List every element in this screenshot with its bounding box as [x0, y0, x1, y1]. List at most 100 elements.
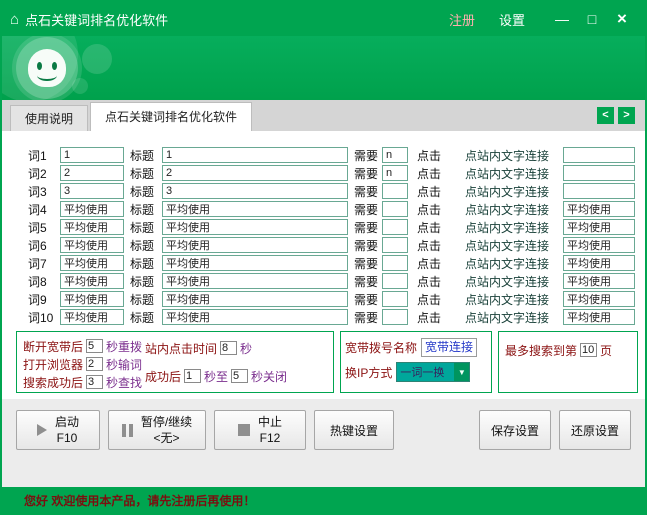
- need-count-input[interactable]: [382, 183, 408, 199]
- row-label: 词8: [28, 274, 47, 289]
- need-count-input[interactable]: [382, 165, 408, 181]
- table-row: 词9 标题 需要 点击 点站内文字连接: [2, 290, 645, 308]
- keyword-input[interactable]: [60, 219, 124, 235]
- hotkey-settings-button[interactable]: 热键设置: [314, 410, 394, 450]
- site-link-input[interactable]: [563, 309, 635, 325]
- site-link-input[interactable]: [563, 201, 635, 217]
- title-label: 标题: [130, 148, 155, 163]
- site-link-input[interactable]: [563, 183, 635, 199]
- table-row: 词1 标题 需要 点击 点站内文字连接: [2, 146, 645, 164]
- title-input[interactable]: [162, 165, 348, 181]
- search-delay-input[interactable]: [86, 375, 104, 389]
- row-label: 词9: [28, 292, 47, 307]
- pause-icon: [121, 423, 133, 437]
- need-count-input[interactable]: [382, 291, 408, 307]
- keyword-input[interactable]: [60, 183, 124, 199]
- title-input[interactable]: [162, 273, 348, 289]
- title-input[interactable]: [162, 291, 348, 307]
- pause-button-text: 暂停/继续 <无>: [141, 414, 192, 446]
- title-input[interactable]: [162, 309, 348, 325]
- keyword-table: 词1 标题 需要 点击 点站内文字连接 词2 标题 需要 点击 点站内文字连接 …: [2, 146, 645, 326]
- title-input[interactable]: [162, 183, 348, 199]
- row-label: 词5: [28, 220, 47, 235]
- close-button[interactable]: ×: [607, 9, 637, 29]
- click-label: 点击: [417, 292, 442, 307]
- save-settings-button[interactable]: 保存设置: [479, 410, 551, 450]
- close-min-seconds-input[interactable]: [184, 369, 202, 383]
- minimize-button[interactable]: —: [547, 11, 577, 27]
- max-pages-prefix: 最多搜索到第: [505, 343, 578, 358]
- need-count-input[interactable]: [382, 237, 408, 253]
- browser-delay-input[interactable]: [86, 357, 104, 371]
- site-link-label: 点站内文字连接: [465, 292, 550, 307]
- maximize-button[interactable]: □: [577, 11, 607, 27]
- keyword-input[interactable]: [60, 291, 124, 307]
- site-link-input[interactable]: [563, 255, 635, 271]
- stop-button-hotkey: F12: [259, 431, 281, 445]
- click-label: 点击: [417, 220, 442, 235]
- tab-prev-button[interactable]: <: [597, 107, 614, 124]
- need-count-input[interactable]: [382, 255, 408, 271]
- need-label: 需要: [354, 274, 379, 289]
- site-link-input[interactable]: [563, 219, 635, 235]
- site-link-input[interactable]: [563, 165, 635, 181]
- main-panel: 词1 标题 需要 点击 点站内文字连接 词2 标题 需要 点击 点站内文字连接 …: [2, 131, 645, 399]
- tab-next-button[interactable]: >: [618, 107, 635, 124]
- settings-link[interactable]: 设置: [499, 10, 525, 29]
- site-click-label: 站内点击时间: [145, 341, 218, 356]
- need-count-input[interactable]: [382, 147, 408, 163]
- site-link-input[interactable]: [563, 291, 635, 307]
- keyword-input[interactable]: [60, 309, 124, 325]
- close-max-seconds-input[interactable]: [231, 369, 249, 383]
- max-pages-row: 最多搜索到第 页: [505, 341, 631, 359]
- site-link-input[interactable]: [563, 237, 635, 253]
- keyword-input[interactable]: [60, 237, 124, 253]
- max-pages-input[interactable]: [580, 343, 598, 357]
- pause-resume-button[interactable]: 暂停/继续 <无>: [108, 410, 206, 450]
- keyword-input[interactable]: [60, 273, 124, 289]
- max-pages-suffix: 页: [600, 343, 613, 358]
- site-link-label: 点站内文字连接: [465, 184, 550, 199]
- need-count-input[interactable]: [382, 309, 408, 325]
- start-button[interactable]: 启动 F10: [16, 410, 100, 450]
- row-label: 词1: [28, 148, 47, 163]
- keyword-input[interactable]: [60, 165, 124, 181]
- site-link-input[interactable]: [563, 273, 635, 289]
- site-link-input[interactable]: [563, 147, 635, 163]
- browser-delay-suffix: 秒输词: [106, 357, 143, 372]
- stop-button-text: 中止 F12: [258, 414, 282, 446]
- titlebar: ⌂ 点石关键词排名优化软件 注册 设置 — □ ×: [2, 2, 645, 36]
- stop-button[interactable]: 中止 F12: [214, 410, 306, 450]
- table-row: 词4 标题 需要 点击 点站内文字连接: [2, 200, 645, 218]
- click-label: 点击: [417, 184, 442, 199]
- title-input[interactable]: [162, 201, 348, 217]
- keyword-input[interactable]: [60, 147, 124, 163]
- stop-button-label: 中止: [257, 414, 282, 429]
- keyword-input[interactable]: [60, 255, 124, 271]
- restore-settings-button[interactable]: 还原设置: [559, 410, 631, 450]
- row-label: 词4: [28, 202, 47, 217]
- redial-seconds-input[interactable]: [86, 339, 104, 353]
- site-link-label: 点站内文字连接: [465, 220, 550, 235]
- tab-instructions[interactable]: 使用说明: [10, 105, 89, 131]
- site-link-label: 点站内文字连接: [465, 238, 550, 253]
- ip-mode-select[interactable]: 一词一换 ▼: [396, 362, 471, 382]
- click-timing-column: 站内点击时间 秒 成功后 秒至 秒关闭: [145, 339, 287, 395]
- title-input[interactable]: [162, 237, 348, 253]
- pause-button-hotkey: <无>: [153, 431, 180, 445]
- register-link[interactable]: 注册: [449, 10, 475, 29]
- title-label: 标题: [130, 166, 155, 181]
- broadband-name-value[interactable]: 宽带连接: [421, 337, 478, 357]
- need-count-input[interactable]: [382, 273, 408, 289]
- site-click-seconds-input[interactable]: [220, 341, 238, 355]
- keyword-input[interactable]: [60, 201, 124, 217]
- site-link-label: 点站内文字连接: [465, 202, 550, 217]
- row-label: 词3: [28, 184, 47, 199]
- title-input[interactable]: [162, 255, 348, 271]
- title-input[interactable]: [162, 147, 348, 163]
- need-count-input[interactable]: [382, 201, 408, 217]
- tab-main[interactable]: 点石关键词排名优化软件: [90, 102, 253, 131]
- row-label: 词10: [28, 310, 54, 325]
- title-input[interactable]: [162, 219, 348, 235]
- need-count-input[interactable]: [382, 219, 408, 235]
